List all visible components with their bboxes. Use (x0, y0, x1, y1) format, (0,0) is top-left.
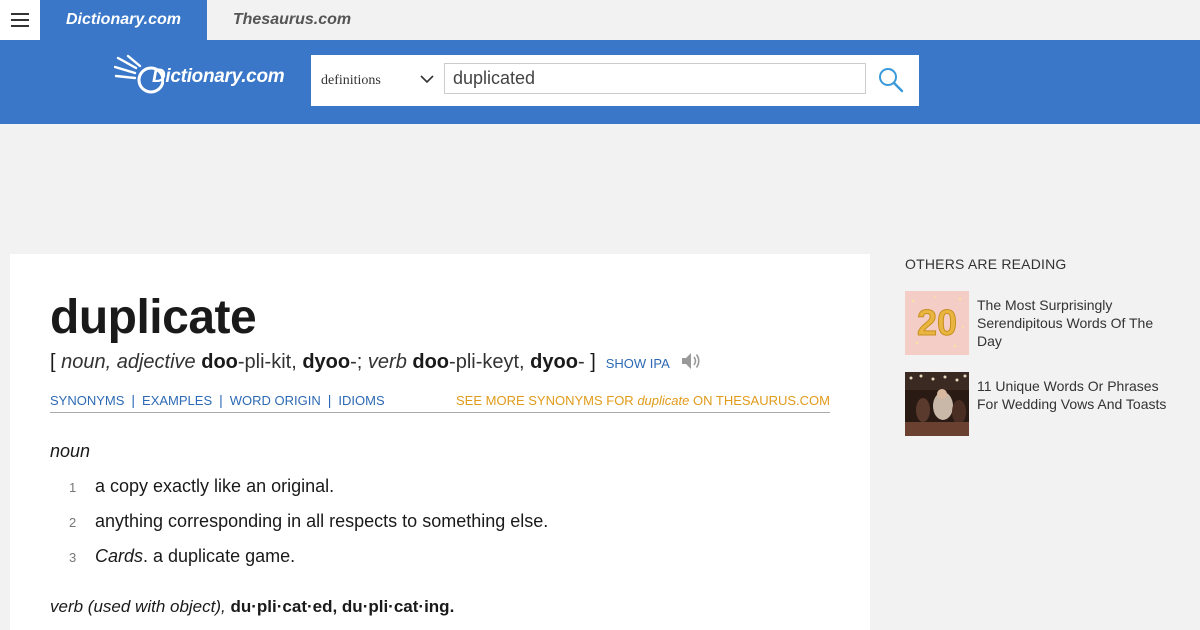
search-type-select[interactable]: definitions (311, 55, 444, 106)
nav-separator: | (131, 392, 136, 408)
definition-item: 3 Cards. a duplicate game. (50, 546, 810, 570)
search-bar: definitions (311, 55, 919, 106)
see-more-prefix: SEE MORE SYNONYMS FOR (456, 393, 634, 408)
pron-verb-label: verb (367, 351, 407, 373)
search-type-value: definitions (321, 72, 381, 88)
part-of-speech-noun: noun (50, 441, 91, 461)
nav-link-idioms[interactable]: IDIOMS (338, 393, 384, 408)
site-logo[interactable]: Dictionary.com (114, 54, 294, 98)
pron-stress-1: doo (201, 351, 238, 373)
pron-stress-3: doo (412, 351, 450, 373)
nav-link-word-origin[interactable]: WORD ORIGIN (230, 393, 321, 408)
definition-number: 2 (69, 515, 77, 530)
show-ipa-link[interactable]: SHOW IPA (606, 356, 670, 371)
menu-icon[interactable] (0, 0, 40, 40)
logo-text: Dictionary.com (152, 66, 285, 87)
chevron-down-icon (420, 75, 434, 84)
definition-body: . a duplicate game. (143, 546, 296, 566)
nav-link-examples[interactable]: EXAMPLES (142, 393, 212, 408)
balloon-numbers-image: 20 (905, 291, 969, 355)
pron-rest-2: -; (350, 351, 363, 373)
nav-separator: | (219, 392, 223, 408)
pron-rest-3: -pli-keyt, (449, 351, 525, 373)
definition-item: 2 anything corresponding in all respects… (50, 511, 810, 535)
verb-inflections: verb (used with object), du·pli·cat·ed, … (50, 597, 454, 617)
definition-label: Cards (95, 546, 144, 566)
search-icon (879, 68, 904, 93)
pron-stress-4: dyoo (530, 351, 578, 373)
definition-text: Cards. a duplicate game. (95, 546, 295, 567)
see-more-word: duplicate (637, 393, 690, 408)
article-title: 11 Unique Words Or Phrases For Wedding V… (977, 378, 1167, 412)
article-thumbnail: 20 (905, 291, 969, 355)
definition-item: 1 a copy exactly like an original. (50, 476, 810, 500)
pronunciation: [ noun, adjective doo -pli-kit, dyoo -; ve… (50, 348, 702, 374)
search-button[interactable] (871, 63, 911, 97)
pron-close-bracket: ] (590, 351, 596, 373)
rail-article[interactable]: 11 Unique Words Or Phrases For Wedding V… (905, 372, 1175, 436)
menu-icon-line (11, 25, 29, 27)
entry-card: duplicate [ noun, adjective doo -pli-kit,… (10, 254, 870, 630)
speaker-icon[interactable] (680, 351, 702, 371)
see-more-synonyms-link[interactable]: SEE MORE SYNONYMS FOR duplicate ON THESA… (456, 393, 830, 408)
site-header: Dictionary.com definitions (0, 40, 1200, 124)
pron-open-bracket: [ (50, 351, 56, 373)
pron-stress-2: dyoo (302, 351, 351, 373)
definition-number: 3 (69, 550, 77, 565)
nav-link-synonyms[interactable]: SYNONYMS (50, 393, 124, 408)
article-thumbnail (905, 372, 969, 436)
wedding-photo-image (905, 372, 969, 436)
site-switcher-bar: Dictionary.com Thesaurus.com (0, 0, 1200, 40)
article-title: The Most Surprisingly Serendipitous Word… (977, 297, 1154, 349)
menu-icon-line (11, 19, 29, 21)
menu-icon-line (11, 13, 29, 15)
pron-rest-4: - (577, 351, 585, 373)
nav-separator: | (327, 392, 332, 408)
others-reading-title: OTHERS ARE READING (905, 256, 1067, 272)
tab-thesaurus[interactable]: Thesaurus.com (207, 0, 377, 40)
search-input[interactable] (444, 63, 866, 94)
headword: duplicate (50, 291, 257, 344)
tab-dictionary[interactable]: Dictionary.com (40, 0, 207, 40)
rail-article[interactable]: 20 The Most Surprisingly Serendipitous W… (905, 291, 1175, 355)
definition-text: a copy exactly like an original. (95, 476, 335, 496)
pron-noun-label: noun, adjective (61, 351, 196, 373)
divider (50, 412, 830, 413)
definition-text: anything corresponding in all respects t… (95, 511, 549, 531)
entry-nav-links: SYNONYMS | EXAMPLES | WORD ORIGIN | IDIO… (50, 388, 830, 412)
part-of-speech-verb: verb (used with object), (50, 597, 226, 616)
thumb-number: 20 (917, 302, 957, 343)
verb-forms: du·pli·cat·ed, du·pli·cat·ing. (230, 597, 455, 616)
see-more-suffix: ON THESAURUS.COM (693, 393, 830, 408)
pron-rest-1: -pli-kit, (237, 351, 297, 373)
definition-number: 1 (69, 480, 77, 495)
